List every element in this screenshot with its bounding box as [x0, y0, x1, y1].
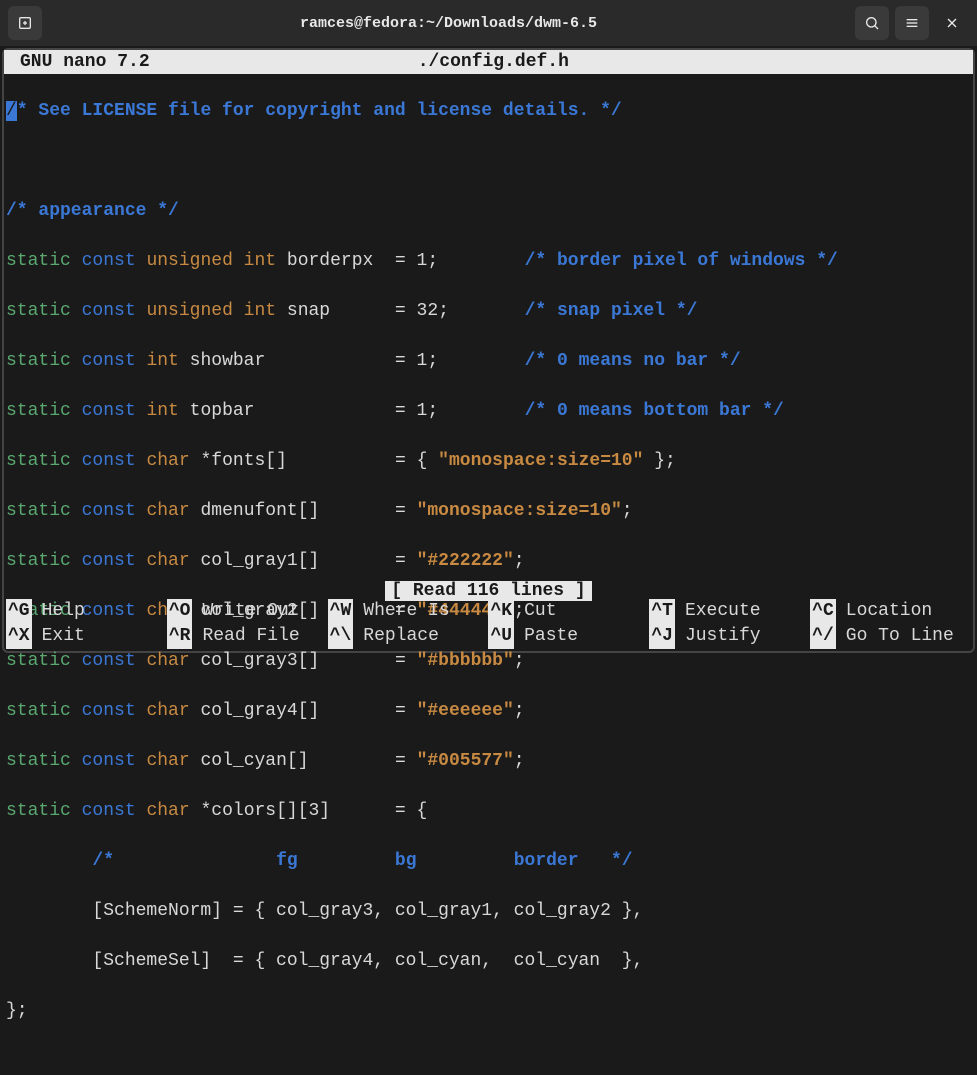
window-title: ramces@fedora:~/Downloads/dwm-6.5	[50, 15, 847, 32]
code-line: static const int showbar = 1; /* 0 means…	[6, 349, 971, 374]
shortcut-help[interactable]: ^GHelp	[6, 599, 167, 624]
nano-shortcuts: ^GHelp ^OWrite Out ^WWhere Is ^KCut ^TEx…	[4, 599, 973, 651]
code-editor[interactable]: /* See LICENSE file for copyright and li…	[4, 74, 973, 1074]
code-line: static const char dmenufont[] = "monospa…	[6, 499, 971, 524]
window-titlebar: ramces@fedora:~/Downloads/dwm-6.5	[0, 0, 977, 46]
code-line: static const char col_cyan[] = "#005577"…	[6, 749, 971, 774]
new-tab-button[interactable]	[8, 6, 42, 40]
shortcut-paste[interactable]: ^UPaste	[488, 624, 649, 649]
shortcut-location[interactable]: ^CLocation	[810, 599, 971, 624]
code-line: static const unsigned int borderpx = 1; …	[6, 249, 971, 274]
shortcut-write-out[interactable]: ^OWrite Out	[167, 599, 328, 624]
nano-status-line: [ Read 116 lines ]	[4, 581, 973, 601]
shortcut-execute[interactable]: ^TExecute	[649, 599, 810, 624]
shortcut-read-file[interactable]: ^RRead File	[167, 624, 328, 649]
nano-app-name: GNU nano 7.2	[20, 52, 150, 72]
code-line: static const char col_gray4[] = "#eeeeee…	[6, 699, 971, 724]
nano-status-text: [ Read 116 lines ]	[385, 581, 591, 601]
code-line: static const int topbar = 1; /* 0 means …	[6, 399, 971, 424]
shortcut-cut[interactable]: ^KCut	[488, 599, 649, 624]
code-line: /* appearance */	[6, 199, 971, 224]
terminal-window[interactable]: GNU nano 7.2 ./config.def.h /* See LICEN…	[2, 48, 975, 653]
code-line: static const char col_gray1[] = "#222222…	[6, 549, 971, 574]
code-line: /* fg bg border */	[6, 849, 971, 874]
nano-filename: ./config.def.h	[150, 52, 957, 72]
code-line: [SchemeSel] = { col_gray4, col_cyan, col…	[6, 949, 971, 974]
search-button[interactable]	[855, 6, 889, 40]
hamburger-menu-button[interactable]	[895, 6, 929, 40]
close-button[interactable]	[935, 6, 969, 40]
code-line: static const char col_gray3[] = "#bbbbbb…	[6, 649, 971, 674]
shortcut-justify[interactable]: ^JJustify	[649, 624, 810, 649]
code-line: [SchemeNorm] = { col_gray3, col_gray1, c…	[6, 899, 971, 924]
code-line: };	[6, 999, 971, 1024]
shortcut-goto-line[interactable]: ^/Go To Line	[810, 624, 971, 649]
shortcut-exit[interactable]: ^XExit	[6, 624, 167, 649]
code-line: static const unsigned int snap = 32; /* …	[6, 299, 971, 324]
nano-titlebar: GNU nano 7.2 ./config.def.h	[4, 50, 973, 74]
shortcut-where-is[interactable]: ^WWhere Is	[328, 599, 489, 624]
shortcut-replace[interactable]: ^\Replace	[328, 624, 489, 649]
code-line: static const char *fonts[] = { "monospac…	[6, 449, 971, 474]
code-line: /* See LICENSE file for copyright and li…	[6, 99, 971, 124]
code-line	[6, 149, 971, 174]
code-line: static const char *colors[][3] = {	[6, 799, 971, 824]
